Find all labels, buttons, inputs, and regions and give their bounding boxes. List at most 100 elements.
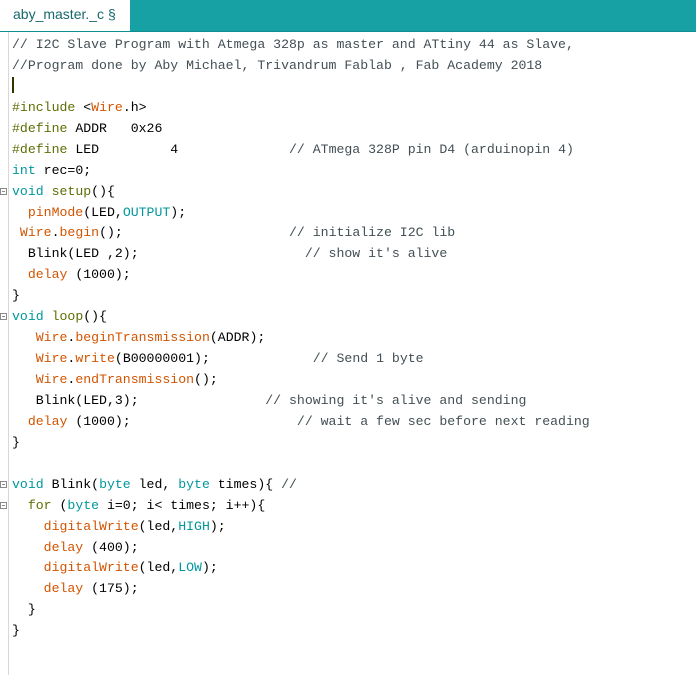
code-token-id: [12, 372, 36, 387]
code-token-id: [12, 351, 36, 366]
code-token-pre: for: [27, 497, 52, 513]
code-token-id: times){: [209, 476, 282, 492]
fold-toggle-icon[interactable]: [0, 187, 7, 195]
code-token-kw: byte: [67, 497, 100, 513]
code-line[interactable]: Wire.beginTransmission(ADDR);: [12, 328, 590, 349]
code-token-pre: loop: [51, 309, 84, 325]
code-token-id: }: [12, 602, 36, 618]
code-token-id: (LED,: [83, 204, 123, 220]
code-token-id: (){: [83, 309, 107, 325]
code-token-fn: Wire: [35, 330, 68, 346]
code-token-kw: void: [12, 183, 44, 199]
code-token-fn: Wire: [91, 99, 123, 115]
code-line[interactable]: Blink(LED ,2); // show it's alive: [12, 244, 590, 265]
code-token-id: [12, 205, 28, 220]
code-token-comment: //: [281, 476, 297, 492]
code-token-fn: digitalWrite: [43, 518, 139, 534]
code-editor[interactable]: // I2C Slave Program with Atmega 328p as…: [0, 32, 696, 675]
code-line[interactable]: void loop(){: [0, 307, 590, 328]
code-line[interactable]: int rec=0;: [12, 161, 590, 182]
code-token-pre: setup: [51, 183, 92, 199]
code-token-fn: digitalWrite: [43, 560, 139, 576]
code-token-id: Blink(: [43, 476, 100, 492]
code-token-kw: void: [12, 309, 44, 325]
code-token-id: [12, 267, 28, 282]
fold-toggle-icon[interactable]: [0, 501, 7, 509]
code-token-kw: byte: [178, 476, 210, 492]
code-token-id: [44, 309, 52, 324]
code-token-id: Blink(LED ,2);: [12, 246, 305, 262]
code-line[interactable]: }: [12, 433, 590, 454]
code-token-pre: #define: [12, 120, 76, 136]
fold-toggle-icon[interactable]: [0, 313, 7, 321]
code-line[interactable]: void Blink(byte led, byte times){ //: [0, 475, 590, 496]
code-token-comment: //Program done by Aby Michael, Trivandru…: [12, 57, 543, 73]
code-token-pre: #define: [12, 141, 76, 157]
code-token-id: );: [201, 560, 218, 576]
fold-toggle-icon[interactable]: [0, 480, 7, 488]
gutter-divider: [8, 32, 9, 675]
code-line[interactable]: Wire.endTransmission();: [12, 370, 590, 391]
code-token-id: LED 4: [75, 141, 289, 157]
code-token-id: (led,: [138, 560, 179, 576]
code-line[interactable]: delay (1000);: [12, 265, 590, 286]
code-area[interactable]: // I2C Slave Program with Atmega 328p as…: [0, 35, 590, 642]
code-line[interactable]: Wire.begin(); // initialize I2C lib: [12, 223, 590, 244]
code-line[interactable]: pinMode(LED,OUTPUT);: [12, 203, 590, 224]
code-token-id: Blink(LED,3);: [12, 392, 266, 408]
code-token-id: [12, 560, 44, 575]
code-token-id: (: [51, 497, 68, 513]
code-line[interactable]: }: [12, 621, 590, 642]
code-line[interactable]: Wire.write(B00000001); // Send 1 byte: [12, 349, 590, 370]
code-token-id: );: [170, 204, 187, 220]
code-line[interactable]: #define ADDR 0x26: [12, 119, 590, 140]
code-token-id: [12, 540, 44, 555]
code-token-id: (175);: [83, 581, 139, 597]
code-token-id: (1000);: [67, 413, 297, 429]
tab-bar: aby_master._c §: [0, 0, 696, 32]
tab-aby-master[interactable]: aby_master._c §: [0, 0, 130, 31]
code-line[interactable]: }: [12, 600, 590, 621]
code-token-id: [12, 225, 20, 240]
code-token-fn: Wire: [19, 225, 52, 241]
code-line[interactable]: // I2C Slave Program with Atmega 328p as…: [12, 35, 590, 56]
code-token-id: led,: [130, 476, 179, 492]
code-token-id: [12, 581, 44, 596]
code-token-id: ADDR 0x26: [75, 120, 163, 136]
code-line[interactable]: Blink(LED,3); // showing it's alive and …: [12, 391, 590, 412]
code-token-id: (){: [91, 183, 115, 199]
code-token-comment: // initialize I2C lib: [289, 225, 456, 241]
code-token-id: [12, 414, 28, 429]
code-line[interactable]: void setup(){: [0, 182, 590, 203]
code-token-id: [12, 519, 44, 534]
code-line[interactable]: digitalWrite(led,LOW);: [12, 558, 590, 579]
code-line[interactable]: #include <Wire.h>: [12, 98, 590, 119]
code-line[interactable]: delay (1000); // wait a few sec before n…: [12, 412, 590, 433]
code-token-id: .h>: [122, 99, 147, 115]
code-token-fn: delay: [43, 539, 84, 555]
code-token-comment: // showing it's alive and sending: [265, 392, 527, 408]
code-line[interactable]: for (byte i=0; i< times; i++){: [0, 496, 590, 517]
code-token-comment: // I2C Slave Program with Atmega 328p as…: [12, 37, 574, 52]
code-token-id: rec=0;: [35, 162, 92, 178]
code-line[interactable]: #define LED 4 // ATmega 328P pin D4 (ard…: [12, 140, 590, 161]
code-line[interactable]: //Program done by Aby Michael, Trivandru…: [12, 56, 590, 77]
code-token-id: (B00000001);: [114, 351, 313, 367]
code-token-pre: #include: [12, 99, 84, 115]
code-token-fn: delay: [27, 267, 68, 283]
code-line[interactable]: digitalWrite(led,HIGH);: [12, 517, 590, 538]
code-line[interactable]: [12, 77, 590, 98]
code-token-fn: delay: [27, 413, 68, 429]
code-token-fn: Wire: [35, 372, 68, 387]
text-cursor: [12, 77, 14, 94]
code-token-id: (led,: [138, 518, 179, 534]
code-line[interactable]: }: [12, 286, 590, 307]
code-token-const: LOW: [178, 560, 202, 576]
code-line[interactable]: [12, 454, 590, 475]
code-line[interactable]: delay (175);: [12, 579, 590, 600]
code-token-const: HIGH: [178, 518, 210, 534]
code-token-fn: delay: [43, 581, 84, 597]
code-line[interactable]: delay (400);: [12, 538, 590, 559]
code-token-comment: // show it's alive: [304, 246, 448, 262]
code-token-kw: int: [12, 162, 36, 178]
